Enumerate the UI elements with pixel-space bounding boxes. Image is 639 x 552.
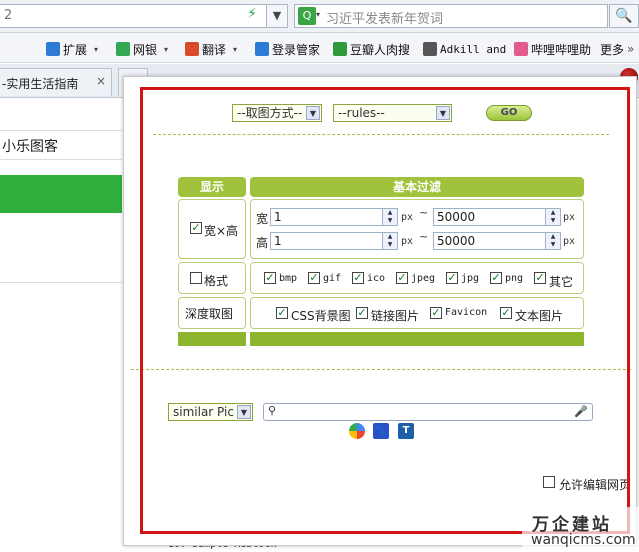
douban-icon [333, 42, 347, 56]
highlight-frame [140, 87, 630, 534]
background-divider [0, 282, 122, 283]
bookmark-item[interactable]: 登录管家 [255, 40, 320, 58]
bookmark-label: 豆瓣人肉搜 [350, 42, 411, 57]
bookmark-label: 更多 [600, 42, 625, 57]
bookmark-label: 登录管家 [272, 42, 321, 57]
tab-title: -实用生活指南 [2, 77, 79, 91]
bookmark-label: Adkill and [440, 42, 507, 56]
puzzle-icon [46, 42, 60, 56]
chevron-down-icon: ▼ [272, 9, 282, 22]
url-dropdown-button[interactable]: ▼ [266, 4, 288, 28]
bookmark-item[interactable]: 豆瓣人肉搜 [333, 40, 410, 58]
translate-icon [185, 42, 199, 56]
bookmark-label: 翻译 [202, 42, 227, 57]
more-arrow-icon: » [627, 42, 635, 56]
watermark-url: wanqicms.com [531, 532, 636, 548]
bookmark-label: 扩展 [63, 42, 88, 57]
bookmark-item[interactable]: Adkill and [423, 40, 506, 58]
search-icon: 🔍 [615, 8, 633, 24]
close-tab-icon[interactable]: × [96, 74, 108, 88]
bookmark-item[interactable]: 网银 ▾ [116, 40, 168, 58]
key-icon [255, 42, 269, 56]
bookmark-label: 网银 [133, 42, 158, 57]
bookmark-item[interactable]: 翻译 ▾ [185, 40, 237, 58]
bookmark-label: 哔哩哔哩助 [531, 42, 592, 57]
bookmark-item[interactable]: 更多» [600, 40, 634, 58]
background-green-banner [0, 175, 122, 213]
shield-icon [116, 42, 130, 56]
search-engine-icon[interactable]: Q [298, 7, 316, 25]
chevron-down-icon: ▾ [164, 44, 169, 54]
search-input[interactable]: 习近平发表新年贺词 [326, 8, 596, 26]
chevron-down-icon: ▾ [94, 44, 99, 54]
bookmark-item[interactable]: 扩展 ▾ [46, 40, 98, 58]
bookmark-item[interactable]: 哔哩哔哩助 [514, 40, 591, 58]
background-site-title: 小乐图客 [0, 130, 122, 160]
chevron-down-icon: ▾ [233, 44, 238, 54]
search-button[interactable]: 🔍 [609, 4, 639, 28]
adkill-icon [423, 42, 437, 56]
bilibili-icon [514, 42, 528, 56]
lightning-icon[interactable]: ⚡ [244, 6, 260, 24]
search-engine-dropdown-icon[interactable]: ▾ [316, 10, 326, 20]
